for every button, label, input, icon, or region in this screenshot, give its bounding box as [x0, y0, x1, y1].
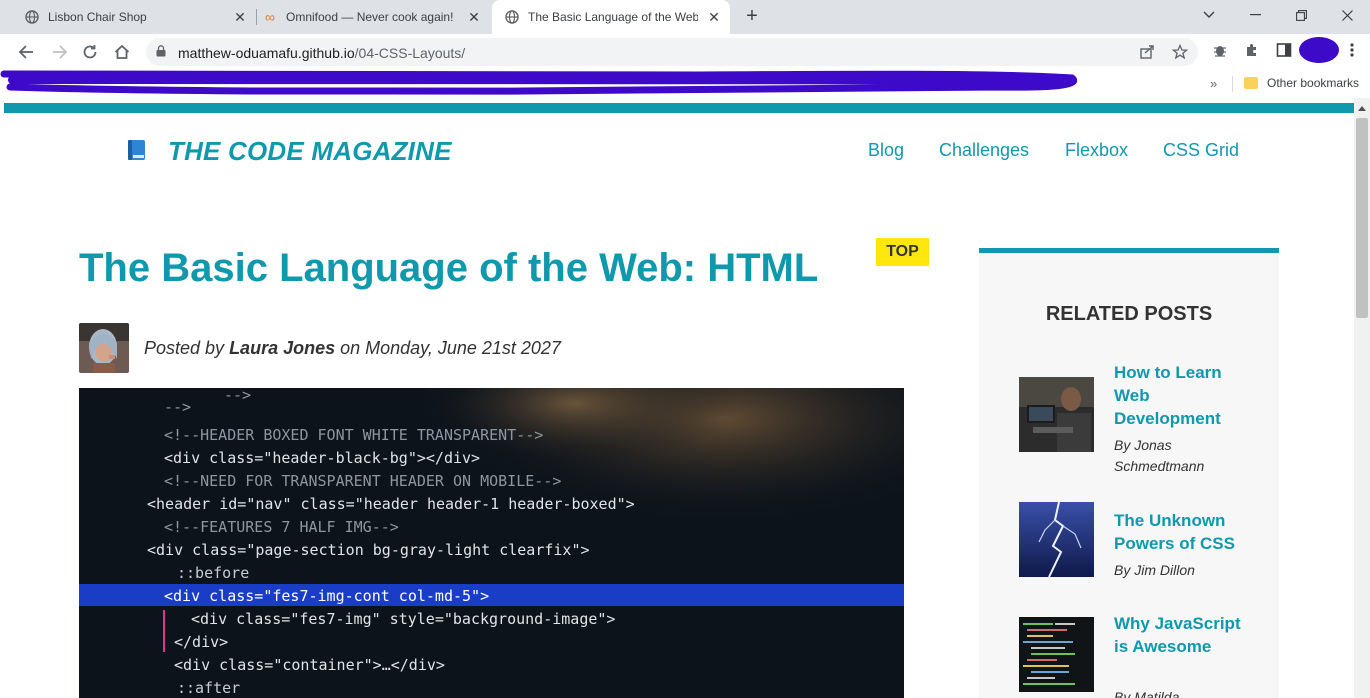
nav-link-css-grid[interactable]: CSS Grid	[1163, 140, 1239, 161]
svg-text:-->: -->	[224, 388, 251, 404]
code-line: <div class="page-section bg-gray-light c…	[147, 541, 590, 559]
minimize-icon	[1249, 14, 1261, 16]
profile-avatar[interactable]	[1299, 37, 1339, 63]
address-bar[interactable]: matthew-oduamafu.github.io/04-CSS-Layout…	[146, 38, 1198, 66]
byline-author: Laura Jones	[229, 338, 336, 358]
reload-icon	[83, 45, 97, 59]
author-avatar	[79, 323, 129, 373]
article-byline: Posted by Laura Jones on Monday, June 21…	[144, 338, 561, 359]
new-tab-button[interactable]: +	[742, 6, 762, 26]
nav-link-blog[interactable]: Blog	[868, 140, 904, 161]
related-post-link[interactable]: How to Learn Web Development	[1114, 361, 1254, 430]
related-post-thumbnail[interactable]	[1019, 502, 1094, 577]
home-icon	[114, 44, 130, 59]
tab-strip: Lisbon Chair Shop ✕ ∞ Omnifood — Never c…	[0, 0, 1370, 34]
back-button[interactable]	[14, 40, 38, 64]
globe-icon	[24, 9, 40, 25]
nav-link-challenges[interactable]: Challenges	[939, 140, 1029, 161]
arrow-right-icon	[53, 45, 68, 59]
tab-title: The Basic Language of the Web: HTML	[528, 10, 698, 24]
code-line: <!--FEATURES 7 HALF IMG-->	[164, 518, 399, 536]
bug-extension-icon[interactable]	[1210, 42, 1230, 62]
byline-prefix: Posted by	[144, 338, 230, 358]
tab-omnifood[interactable]: ∞ Omnifood — Never cook again! ✕	[240, 0, 490, 34]
tab-lisbon-chair-shop[interactable]: Lisbon Chair Shop ✕	[0, 0, 256, 34]
url-path: /04-CSS-Layouts/	[354, 45, 466, 61]
lock-icon	[156, 45, 166, 57]
redaction-scribble	[0, 70, 1078, 95]
home-button[interactable]	[110, 40, 134, 64]
close-icon	[1341, 9, 1353, 21]
url-text: matthew-oduamafu.github.io/04-CSS-Layout…	[178, 45, 465, 61]
restore-icon	[1295, 9, 1307, 21]
forward-button[interactable]	[48, 40, 72, 64]
tab-title: Lisbon Chair Shop	[48, 10, 147, 24]
code-line: <div class="header-black-bg"></div>	[164, 449, 480, 467]
related-post-link[interactable]: The Unknown Powers of CSS	[1114, 509, 1254, 555]
article-hero-image: --> --> <!--HEADER BOXED FONT WHITE TRAN…	[79, 388, 904, 698]
related-post-thumbnail[interactable]	[1019, 377, 1094, 452]
scroll-up-arrow-icon[interactable]	[1358, 106, 1366, 111]
side-panel-icon[interactable]	[1274, 42, 1294, 62]
bookmarks-overflow-button[interactable]: »	[1210, 76, 1217, 91]
bookmarks-bar: » Other bookmarks	[0, 70, 1370, 98]
code-line: ::before	[177, 564, 249, 582]
close-tab-icon[interactable]: ✕	[706, 9, 722, 25]
kebab-menu-icon[interactable]	[1342, 42, 1362, 62]
page-viewport: THE CODE MAGAZINE Blog Challenges Flexbo…	[4, 98, 1354, 698]
tab-search-button[interactable]	[1186, 0, 1232, 30]
puzzle-extensions-icon[interactable]	[1242, 42, 1262, 62]
related-post-author: By Matilda	[1114, 689, 1180, 698]
code-line: <div class="fes7-img" style="background-…	[191, 610, 615, 628]
url-host: matthew-oduamafu.github.io	[178, 45, 355, 61]
globe-icon	[504, 9, 520, 25]
article-title: The Basic Language of the Web: HTML	[79, 246, 819, 290]
tab-basic-language[interactable]: The Basic Language of the Web: HTML ✕	[492, 0, 730, 34]
scrollbar-thumb[interactable]	[1356, 118, 1368, 318]
code-line: <!--HEADER BOXED FONT WHITE TRANSPARENT-…	[164, 426, 543, 444]
code-line: <div class="fes7-img-cont col-md-5">	[164, 587, 489, 605]
other-bookmarks-link[interactable]: Other bookmarks	[1267, 76, 1359, 90]
code-line: <div class="container">…</div>	[174, 656, 445, 674]
share-icon[interactable]	[1138, 44, 1156, 60]
reload-button[interactable]	[78, 40, 102, 64]
minimize-button[interactable]	[1232, 0, 1278, 30]
related-post-thumbnail[interactable]	[1019, 617, 1094, 692]
code-line: </div>	[174, 633, 228, 651]
related-posts-heading: RELATED POSTS	[1045, 303, 1213, 325]
omnifood-logo-icon: ∞	[265, 9, 275, 25]
code-line: <header id="nav" class="header header-1 …	[147, 495, 635, 513]
nav-link-flexbox[interactable]: Flexbox	[1065, 140, 1128, 161]
related-post-link[interactable]: Why JavaScript is Awesome	[1114, 612, 1254, 658]
close-window-button[interactable]	[1324, 0, 1370, 30]
folder-icon	[1244, 77, 1258, 89]
related-posts-aside: RELATED POSTS How to Learn Web Developme…	[979, 248, 1279, 698]
close-tab-icon[interactable]: ✕	[466, 9, 482, 25]
page-top-border	[4, 103, 1354, 113]
byline-date: on Monday, June 21st 2027	[335, 338, 561, 358]
related-post-author: By Jonas Schmedtmann	[1114, 437, 1205, 474]
restore-button[interactable]	[1278, 0, 1324, 30]
code-line: ::after	[177, 679, 240, 697]
chevron-down-icon	[1203, 11, 1215, 18]
related-post-author: By Jim Dillon	[1114, 562, 1195, 578]
bookmark-star-icon[interactable]	[1171, 43, 1189, 60]
browser-toolbar: matthew-oduamafu.github.io/04-CSS-Layout…	[0, 34, 1370, 70]
code-line: <!--NEED FOR TRANSPARENT HEADER ON MOBIL…	[164, 472, 561, 490]
svg-text:-->: -->	[164, 398, 191, 416]
book-logo-icon	[128, 140, 145, 160]
arrow-left-icon	[18, 45, 33, 59]
tab-title: Omnifood — Never cook again!	[286, 10, 454, 24]
bookmarks-divider	[1232, 76, 1233, 92]
site-logo-text[interactable]: THE CODE MAGAZINE	[168, 136, 452, 167]
top-tag-badge: TOP	[876, 238, 929, 266]
